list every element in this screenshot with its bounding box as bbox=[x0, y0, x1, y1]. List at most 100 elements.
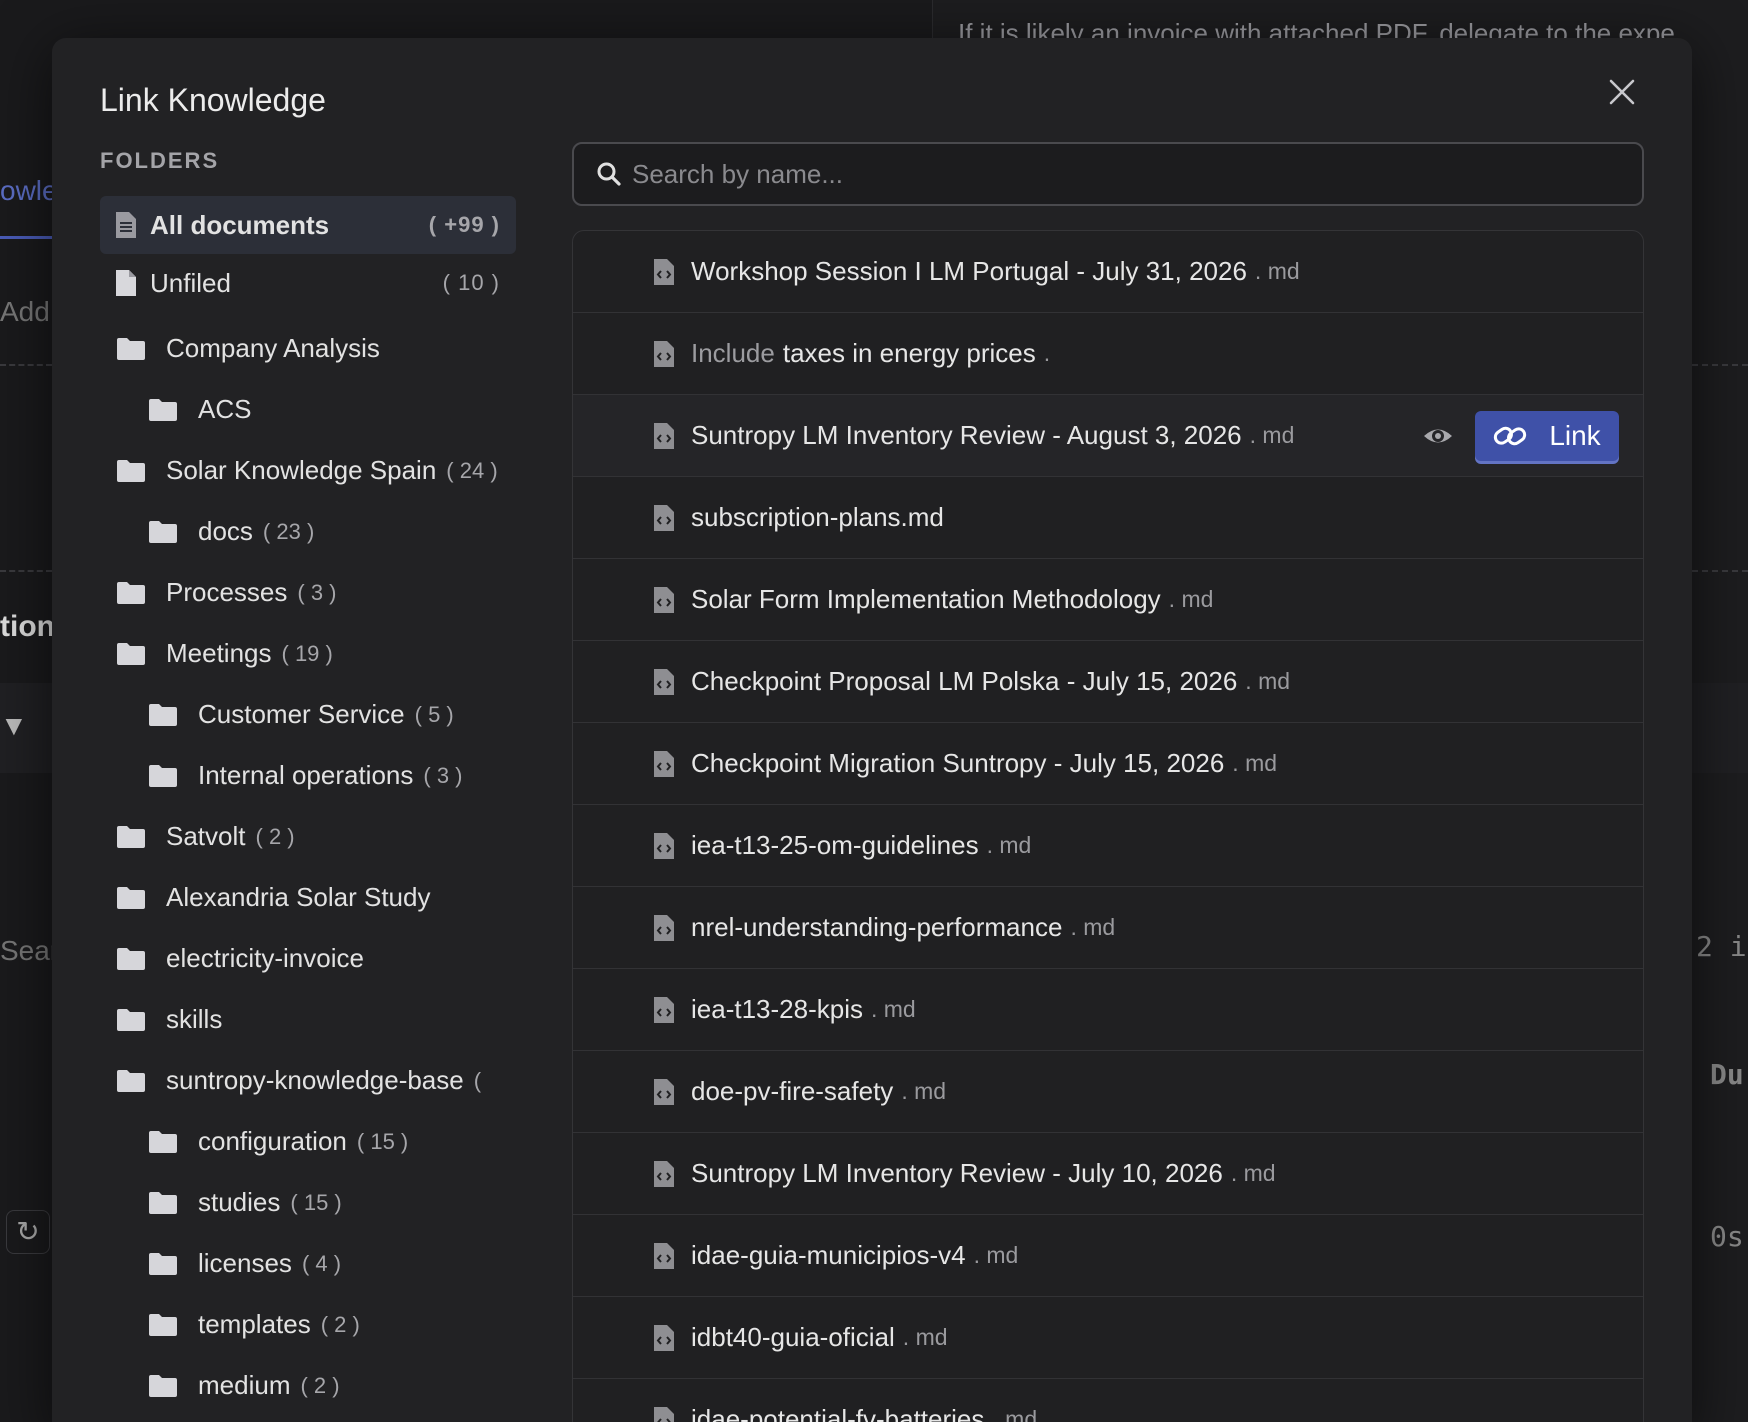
document-row[interactable]: idae-guia-municipios-v4 . md bbox=[573, 1215, 1643, 1297]
markdown-file-icon bbox=[654, 504, 674, 531]
folder-count: ( 2 ) bbox=[300, 1372, 340, 1398]
markdown-file-icon bbox=[654, 1242, 674, 1269]
markdown-file-icon bbox=[654, 422, 674, 449]
filter-icon: ▼ bbox=[0, 710, 28, 741]
folder-all-documents[interactable]: All documents ( +99 ) bbox=[100, 196, 516, 254]
folder-item[interactable]: ACS bbox=[100, 379, 516, 440]
document-extension: . md bbox=[901, 1078, 947, 1104]
folder-label: Alexandria Solar Study bbox=[166, 882, 431, 912]
folder-item[interactable]: studies ( 15 ) bbox=[100, 1172, 516, 1233]
folder-count: ( 3 ) bbox=[423, 762, 463, 788]
folder-item[interactable]: licenses ( 4 ) bbox=[100, 1233, 516, 1294]
row-actions: Link bbox=[1421, 411, 1619, 461]
document-extension: . md bbox=[870, 996, 916, 1022]
folder-icon bbox=[117, 947, 145, 970]
folder-item[interactable]: Company Analysis bbox=[100, 318, 516, 379]
document-row[interactable]: Suntropy LM Inventory Review - August 3,… bbox=[573, 395, 1643, 477]
document-name: iea-t13-28-kpis bbox=[691, 994, 863, 1024]
document-icon bbox=[116, 212, 136, 238]
folder-item[interactable]: templates ( 2 ) bbox=[100, 1294, 516, 1355]
divider bbox=[1692, 570, 1748, 572]
folder-item[interactable]: medium ( 2 ) bbox=[100, 1355, 516, 1416]
document-row[interactable]: Checkpoint Proposal LM Polska - July 15,… bbox=[573, 641, 1643, 723]
background-section-title: tion bbox=[0, 610, 55, 643]
folder-count: ( 23 ) bbox=[262, 518, 315, 544]
folder-item[interactable]: suntropy-knowledge-base ( bbox=[100, 1050, 516, 1111]
close-icon[interactable] bbox=[1604, 74, 1640, 110]
file-icon bbox=[116, 270, 136, 296]
document-extension: . bbox=[1043, 340, 1051, 366]
link-icon bbox=[1494, 426, 1527, 446]
folder-label: Unfiled bbox=[150, 267, 231, 298]
folder-item[interactable]: configuration ( 15 ) bbox=[100, 1111, 516, 1172]
markdown-file-icon bbox=[654, 1078, 674, 1105]
markdown-file-icon bbox=[654, 832, 674, 859]
link-button[interactable]: Link bbox=[1475, 411, 1619, 461]
link-knowledge-modal: Link Knowledge FOLDERS All documents ( +… bbox=[52, 38, 1692, 1422]
document-extension: . md bbox=[1232, 750, 1278, 776]
document-name: subscription-plans.md bbox=[691, 502, 944, 532]
folder-icon bbox=[117, 642, 145, 665]
divider bbox=[1692, 364, 1748, 366]
search-input[interactable] bbox=[632, 158, 1592, 190]
document-extension: . md bbox=[902, 1324, 948, 1350]
folder-item[interactable]: skills bbox=[100, 989, 516, 1050]
document-name: idae-potential-fv-batteries bbox=[691, 1404, 985, 1422]
document-row[interactable]: doe-pv-fire-safety . md bbox=[573, 1051, 1643, 1133]
folder-item[interactable]: Processes ( 3 ) bbox=[100, 562, 516, 623]
folder-item[interactable]: docs ( 23 ) bbox=[100, 501, 516, 562]
folder-icon bbox=[117, 581, 145, 604]
folder-item[interactable]: Alexandria Solar Study bbox=[100, 867, 516, 928]
folder-item[interactable]: Meetings ( 19 ) bbox=[100, 623, 516, 684]
background-search: Sear bbox=[0, 935, 60, 966]
folder-item[interactable]: electricity-invoice bbox=[100, 928, 516, 989]
background-count: 2 i bbox=[1696, 930, 1747, 963]
document-row[interactable]: subscription-plans.md bbox=[573, 477, 1643, 559]
folder-label: studies bbox=[198, 1187, 281, 1217]
document-row[interactable]: Suntropy LM Inventory Review - July 10, … bbox=[573, 1133, 1643, 1215]
folder-count: ( 15 ) bbox=[290, 1189, 342, 1215]
document-row[interactable]: nrel-understanding-performance . md bbox=[573, 887, 1643, 969]
document-row[interactable]: idae-potential-fv-batteries . md bbox=[573, 1379, 1643, 1422]
folder-count: ( 4 ) bbox=[301, 1250, 342, 1276]
folder-icon bbox=[149, 1130, 177, 1153]
folder-label: licenses bbox=[198, 1248, 292, 1278]
search-input-wrapper[interactable] bbox=[572, 142, 1644, 206]
folder-icon bbox=[117, 825, 145, 848]
folder-icon bbox=[117, 886, 145, 909]
document-row[interactable]: iea-t13-25-om-guidelines . md bbox=[573, 805, 1643, 887]
eye-icon[interactable] bbox=[1421, 419, 1455, 453]
folder-item[interactable]: Internal operations ( 3 ) bbox=[100, 745, 516, 806]
folder-item[interactable]: Satvolt ( 2 ) bbox=[100, 806, 516, 867]
markdown-file-icon bbox=[654, 1324, 674, 1351]
document-extension: . md bbox=[1254, 258, 1300, 284]
document-row[interactable]: idbt40-guia-oficial . md bbox=[573, 1297, 1643, 1379]
folder-label: docs bbox=[198, 516, 253, 546]
folder-item[interactable]: Customer Service ( 5 ) bbox=[100, 684, 516, 745]
document-extension: . md bbox=[986, 832, 1032, 858]
background-tab-underline bbox=[0, 236, 52, 239]
document-row[interactable]: Workshop Session I LM Portugal - July 31… bbox=[573, 231, 1643, 313]
folder-icon bbox=[149, 764, 177, 787]
document-extension: . md bbox=[1249, 422, 1295, 448]
folder-label: Internal operations bbox=[198, 760, 414, 790]
document-row[interactable]: iea-t13-28-kpis . md bbox=[573, 969, 1643, 1051]
document-row[interactable]: Include taxes in energy prices. bbox=[573, 313, 1643, 395]
folder-label: configuration bbox=[198, 1126, 347, 1156]
markdown-file-icon bbox=[654, 1406, 674, 1422]
folder-icon bbox=[149, 1374, 177, 1397]
markdown-file-icon bbox=[654, 258, 674, 285]
folder-unfiled[interactable]: Unfiled ( 10 ) bbox=[100, 254, 516, 312]
folder-icon bbox=[117, 337, 145, 360]
folder-label: skills bbox=[166, 1004, 223, 1034]
markdown-file-icon bbox=[654, 996, 674, 1023]
folder-item[interactable]: Solar Knowledge Spain ( 24 ) bbox=[100, 440, 516, 501]
folders-heading: FOLDERS bbox=[100, 148, 220, 173]
refresh-icon: ↻ bbox=[6, 1210, 50, 1254]
document-row[interactable]: Solar Form Implementation Methodology . m… bbox=[573, 559, 1643, 641]
background-duration: 0s bbox=[1710, 1220, 1744, 1253]
markdown-file-icon bbox=[654, 750, 674, 777]
markdown-file-icon bbox=[654, 668, 674, 695]
folder-label: Meetings bbox=[166, 638, 272, 668]
document-row[interactable]: Checkpoint Migration Suntropy - July 15,… bbox=[573, 723, 1643, 805]
